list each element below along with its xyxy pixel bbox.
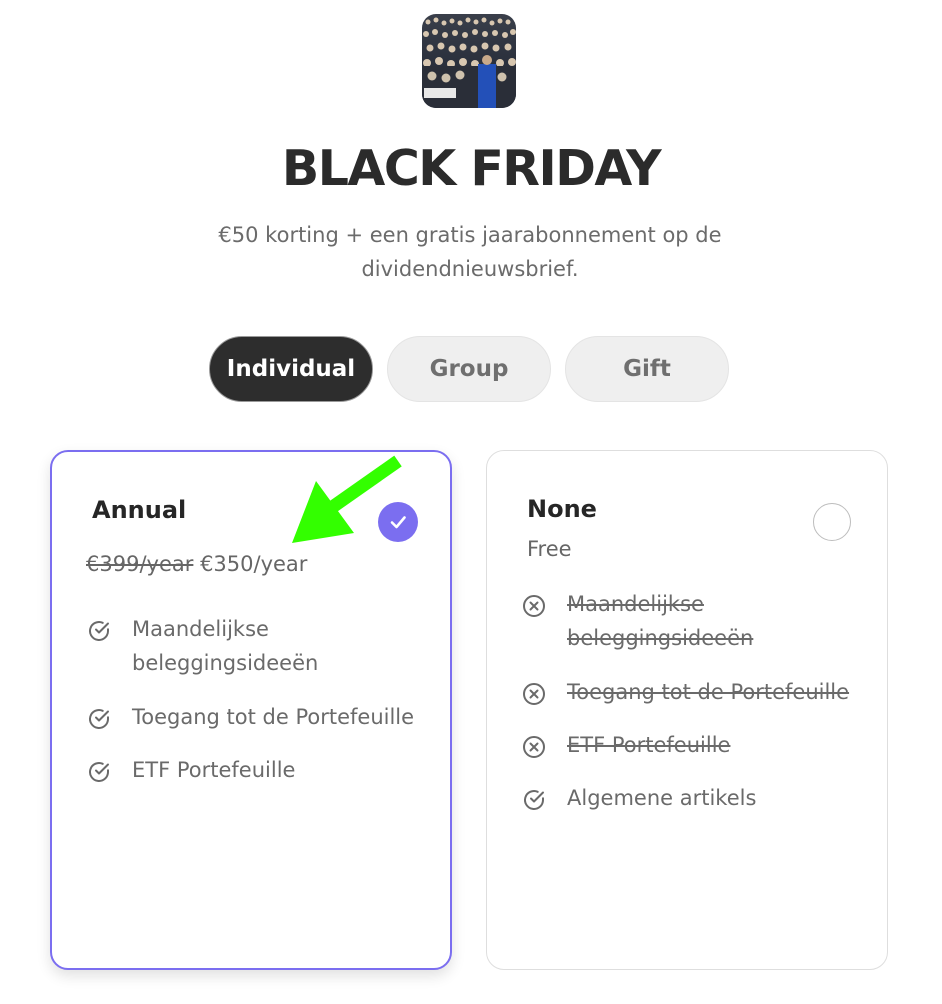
tab-group[interactable]: Group <box>387 336 551 402</box>
tab-individual[interactable]: Individual <box>209 336 373 402</box>
page-subtitle: €50 korting + een gratis jaarabonnement … <box>218 223 722 281</box>
plan-price: €399/year €350/year <box>86 552 307 576</box>
logo-image <box>422 14 516 108</box>
tab-gift[interactable]: Gift <box>565 336 729 402</box>
old-price: €399/year <box>86 552 194 576</box>
feature-text: Toegang tot de Portefeuille <box>132 705 415 729</box>
x-circle-icon <box>521 734 547 760</box>
feature-text: Algemene artikels <box>567 786 757 810</box>
check-circle-icon <box>86 706 112 732</box>
page-title: BLACK FRIDAY <box>281 140 662 197</box>
feature-text: Maandelijkse beleggingsideeën <box>567 592 754 650</box>
plan-card-none[interactable]: None Free Maandelijkse beleggingsideeën … <box>486 450 888 970</box>
feature-text: Toegang tot de Portefeuille <box>567 680 850 704</box>
feature-text: ETF Portefeuille <box>132 758 296 782</box>
check-circle-icon <box>86 618 112 644</box>
plan-radio[interactable] <box>813 503 851 541</box>
x-circle-icon <box>521 681 547 707</box>
check-circle-icon <box>86 759 112 785</box>
feature-text: ETF Portefeuille <box>567 733 731 757</box>
check-circle-icon <box>521 787 547 813</box>
plan-name: Annual <box>92 496 187 524</box>
feature-text: Maandelijkse beleggingsideeën <box>132 617 319 675</box>
plan-price: Free <box>527 537 572 561</box>
current-price: €350/year <box>200 552 308 576</box>
plan-name: None <box>527 495 597 523</box>
x-circle-icon <box>521 593 547 619</box>
annotation-arrow-icon <box>280 455 410 555</box>
